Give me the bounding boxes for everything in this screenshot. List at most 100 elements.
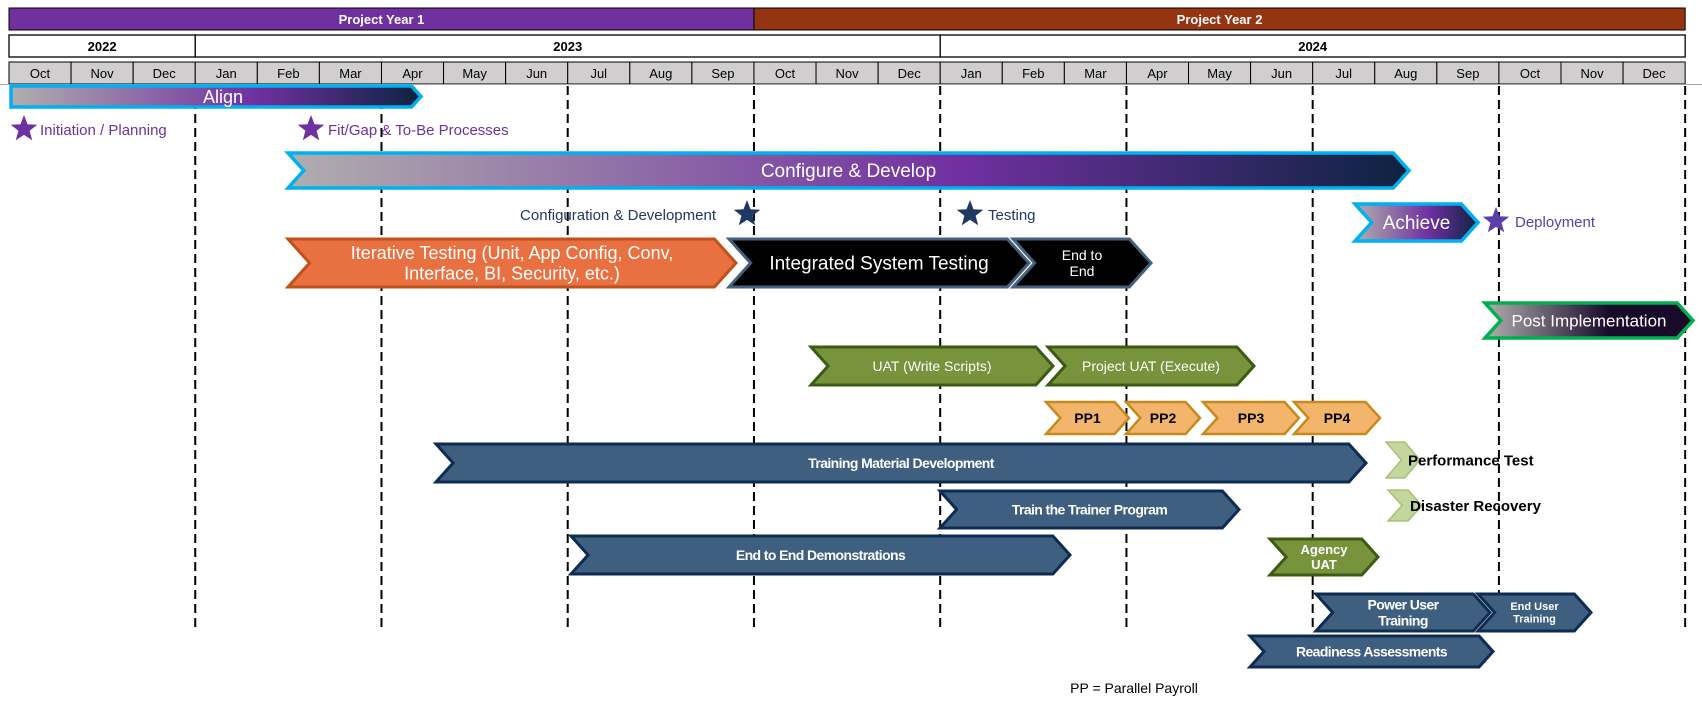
align-label: Align — [203, 87, 243, 107]
month-label: Jul — [1335, 66, 1352, 81]
year-label: 2023 — [553, 39, 582, 54]
pp2-bar: PP2 — [1123, 400, 1202, 436]
month-label: Nov — [836, 66, 860, 81]
label-line: UAT (Write Scripts) — [872, 358, 991, 374]
project-uat-bar: Project UAT (Execute) — [1044, 345, 1257, 387]
milestone-label: Configuration & Development — [520, 207, 717, 224]
star-icon — [1482, 207, 1510, 233]
label-line: Power User — [1367, 596, 1439, 612]
milestone-label: Deployment — [1515, 214, 1596, 231]
milestone-label: Fit/Gap & To-Be Processes — [328, 122, 509, 139]
achieve-bar: Achieve — [1351, 202, 1481, 243]
star-icon — [297, 115, 325, 141]
readiness-bar: Readiness Assessments — [1246, 634, 1496, 669]
milestone-testing: Testing — [956, 200, 1036, 226]
label-line: End to End Demonstrations — [736, 547, 906, 563]
month-label: Sep — [711, 66, 734, 81]
agency-uat-bar: Agency UAT — [1266, 537, 1381, 577]
disaster-recovery-bar: Disaster Recovery — [1386, 489, 1542, 522]
label-line: Iterative Testing (Unit, App Config, Con… — [351, 243, 674, 263]
label-line: Align — [203, 87, 243, 107]
month-label: Sep — [1456, 66, 1479, 81]
pp1-bar: PP1 — [1043, 400, 1131, 436]
month-label: Aug — [1394, 66, 1417, 81]
year-label: 2024 — [1298, 39, 1328, 54]
e2e-demos-bar: End to End Demonstrations — [567, 534, 1073, 576]
label-line: End — [1070, 263, 1095, 279]
post-implementation-bar: Post Implementation — [1481, 301, 1696, 340]
pp2-label: PP2 — [1150, 410, 1177, 426]
label-line: Achieve — [1383, 213, 1451, 234]
milestone-deployment: Deployment — [1482, 207, 1596, 233]
month-label: Nov — [1580, 66, 1604, 81]
label-line: Training Material Development — [808, 455, 995, 471]
year-label: 2022 — [88, 39, 117, 54]
label-line: Training — [1513, 614, 1556, 626]
e2e-demos-label: End to End Demonstrations — [736, 547, 906, 563]
label-line: PP1 — [1074, 410, 1101, 426]
month-label: May — [462, 66, 487, 81]
star-icon — [733, 200, 761, 226]
label-line: PP3 — [1238, 410, 1265, 426]
footnote: PP = Parallel Payroll — [1070, 680, 1198, 696]
label-line: PP4 — [1324, 410, 1351, 426]
pp1-label: PP1 — [1074, 410, 1101, 426]
end-to-end-bar: End to End — [1009, 237, 1154, 289]
month-label: Feb — [1022, 66, 1044, 81]
label-line: Disaster Recovery — [1410, 498, 1542, 515]
pp4-label: PP4 — [1324, 410, 1351, 426]
month-label: Jan — [961, 66, 982, 81]
label-line: Configure & Develop — [761, 161, 936, 182]
month-label: Jun — [526, 66, 547, 81]
training-material-label: Training Material Development — [808, 455, 995, 471]
label-line: Interface, BI, Security, etc.) — [404, 264, 620, 284]
uat-write-scripts-label: UAT (Write Scripts) — [872, 358, 991, 374]
iterative-testing-bar: Iterative Testing (Unit, App Config, Con… — [284, 237, 739, 289]
readiness-label: Readiness Assessments — [1296, 643, 1448, 659]
milestone-initiation: Initiation / Planning — [10, 115, 167, 141]
milestone-label: Testing — [988, 207, 1036, 224]
label-line: Training — [1378, 612, 1428, 628]
month-label: Mar — [1084, 66, 1107, 81]
month-label: Jan — [216, 66, 237, 81]
milestone-label: Initiation / Planning — [40, 122, 167, 139]
label-line: Agency — [1301, 542, 1349, 557]
post-implementation-label: Post Implementation — [1512, 311, 1667, 330]
label-line: Project UAT (Execute) — [1082, 358, 1220, 374]
roadmap-bars: Align Configure & Develop Achieve Post Impl… — [9, 84, 1696, 669]
align-bar: Align — [9, 84, 424, 109]
project-year-label: Project Year 2 — [1177, 12, 1263, 27]
month-label: Dec — [153, 66, 177, 81]
label-line: Readiness Assessments — [1296, 643, 1448, 659]
month-label: Apr — [402, 66, 423, 81]
label-line: Performance Test — [1408, 452, 1534, 469]
configure-label: Configure & Develop — [761, 161, 936, 182]
performance-test-bar: Performance Test — [1384, 441, 1534, 479]
roadmap-canvas: Project Year 1 Project Year 2 2022 2023 2024… — [0, 7, 1702, 696]
month-label: Jun — [1271, 66, 1292, 81]
performance-test-label: Performance Test — [1408, 452, 1534, 469]
month-label: Nov — [91, 66, 115, 81]
integrated-system-testing-bar: Integrated System Testing — [725, 237, 1032, 289]
month-label: Aug — [649, 66, 672, 81]
label-line: Post Implementation — [1512, 311, 1667, 330]
end-user-training-bar: End User Training — [1474, 592, 1594, 633]
uat-write-scripts-bar: UAT (Write Scripts) — [807, 345, 1056, 387]
disaster-recovery-label: Disaster Recovery — [1410, 498, 1542, 515]
configure-bar: Configure & Develop — [284, 151, 1412, 190]
pp3-label: PP3 — [1238, 410, 1265, 426]
pp3-bar: PP3 — [1200, 400, 1301, 436]
pp4-bar: PP4 — [1291, 400, 1382, 436]
month-label: Mar — [339, 66, 362, 81]
end-user-training-label: End User Training — [1510, 601, 1559, 626]
month-label: Oct — [30, 66, 51, 81]
label-line: Train the Trainer Program — [1012, 501, 1168, 517]
label-line: PP2 — [1150, 410, 1177, 426]
star-icon — [956, 200, 984, 226]
month-label: Feb — [277, 66, 299, 81]
project-year-label: Project Year 1 — [339, 12, 425, 27]
label-line: End to — [1062, 247, 1103, 263]
milestone-config-dev: Configuration & Development — [520, 200, 761, 226]
month-label: May — [1207, 66, 1232, 81]
integrated-system-testing-label: Integrated System Testing — [769, 254, 988, 275]
